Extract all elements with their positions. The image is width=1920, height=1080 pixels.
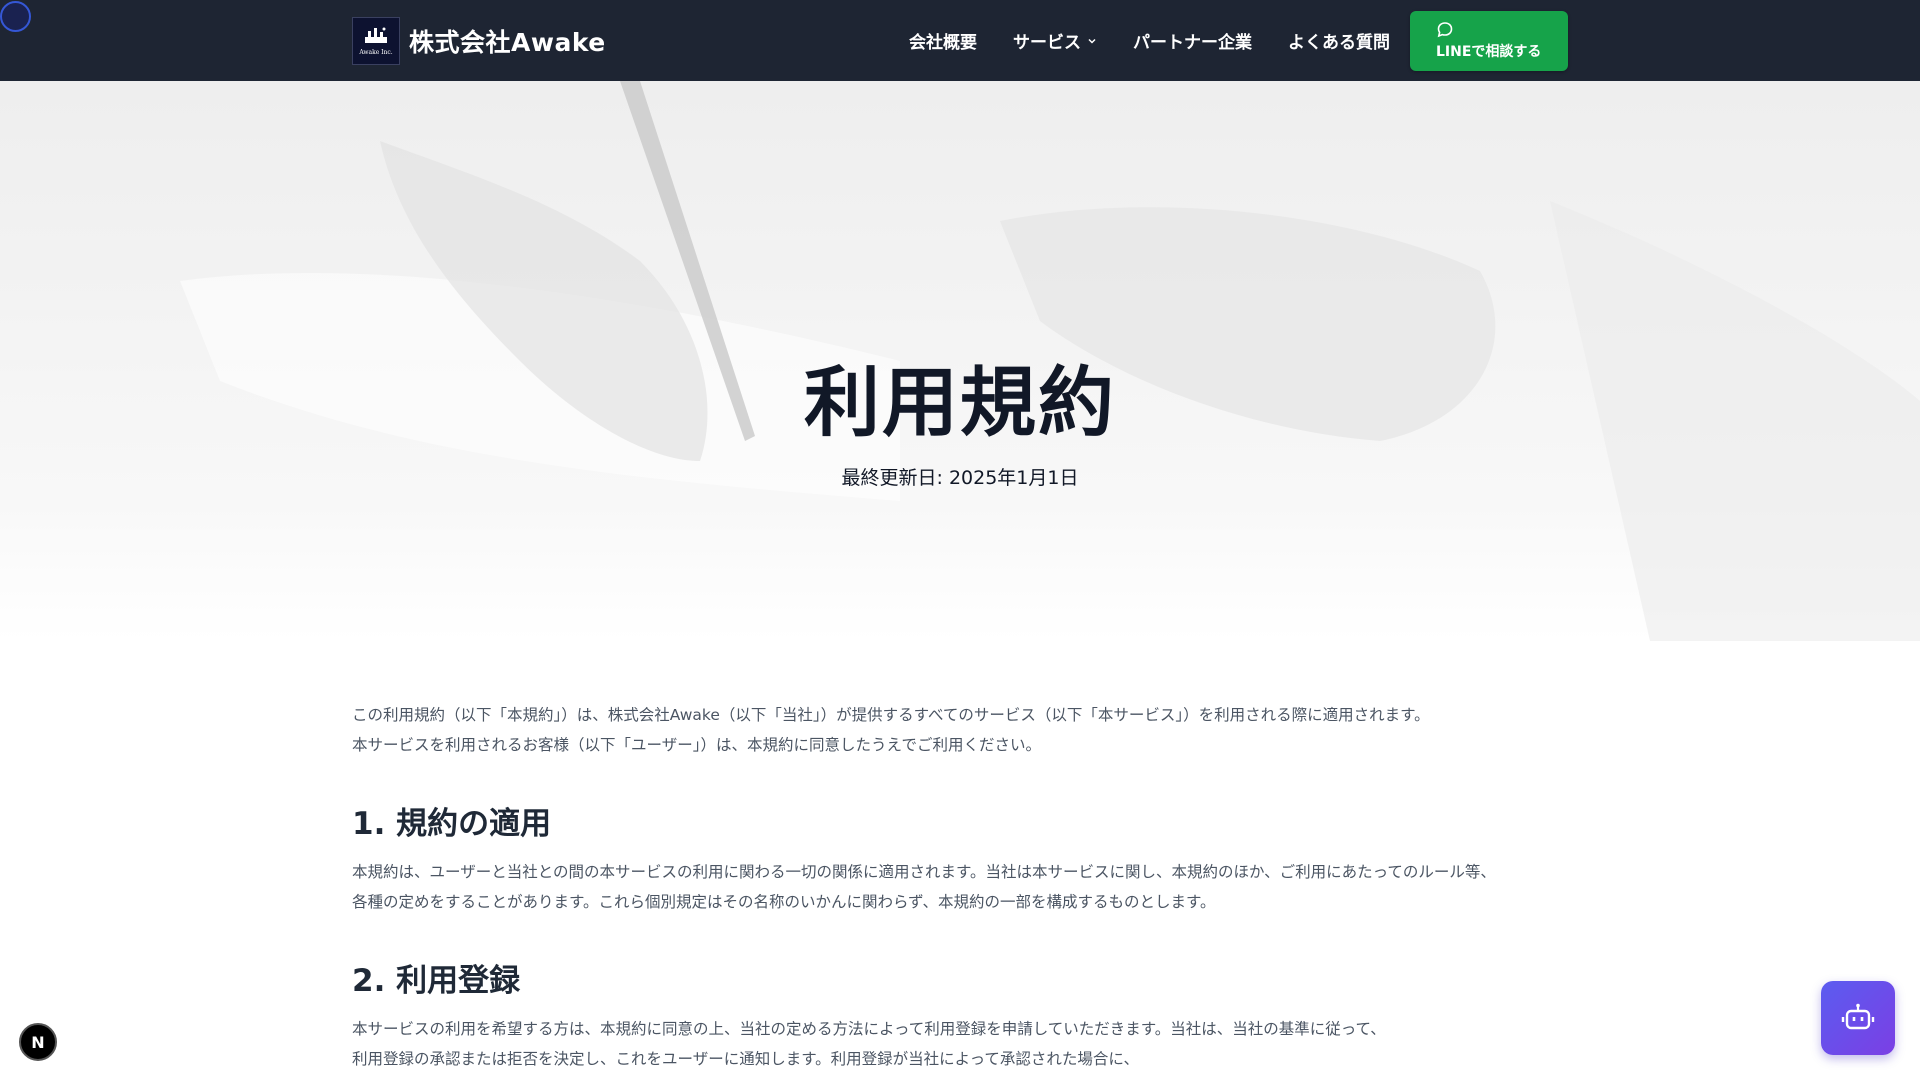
main-nav: 会社概要 サービス パートナー企業 よくある質問 LINEで相談する	[909, 10, 1568, 71]
company-logo[interactable]: Awake Inc.	[352, 16, 400, 65]
intro: この利用規約（以下「本規約」）は、株式会社Awake（以下「当社」）が提供するす…	[352, 700, 1568, 760]
logo-text: Awake Inc.	[359, 49, 393, 56]
nav-label: サービス	[1013, 33, 1081, 53]
nav-partners[interactable]: パートナー企業	[1133, 28, 1252, 53]
nav-services[interactable]: サービス	[1013, 28, 1097, 53]
robot-icon	[1841, 1003, 1875, 1030]
hero-section: 利用規約 最終更新日: 2025年1月1日	[0, 81, 1920, 641]
line-consult-button[interactable]: LINEで相談する	[1410, 10, 1568, 71]
nav-label: 会社概要	[909, 33, 977, 53]
section-line: 各種の定めをすることがあります。これら個別規定はその名称のいかんに関わらず、本規…	[352, 893, 1216, 911]
intro-line: この利用規約（以下「本規約」）は、株式会社Awake（以下「当社」）が提供するす…	[352, 706, 1430, 724]
chatbot-button[interactable]	[1821, 981, 1895, 1055]
nav-company-overview[interactable]: 会社概要	[909, 28, 977, 53]
nav-label: パートナー企業	[1133, 33, 1252, 53]
chat-bubble-icon	[1437, 21, 1453, 37]
section-heading-application: 1. 規約の適用	[352, 806, 552, 842]
n-badge-letter: N	[31, 1032, 45, 1052]
header-inner: Awake Inc. 株式会社Awake 会社概要 サービス パートナー企業 よ…	[352, 0, 1568, 81]
nextjs-dev-indicator[interactable]: N	[19, 1023, 57, 1061]
nav-faq[interactable]: よくある質問	[1288, 28, 1390, 53]
focus-indicator	[0, 1, 31, 32]
section-line: 利用登録の承認または拒否を決定し、これをユーザーに通知します。利用登録が当社によ…	[352, 1050, 1139, 1068]
nav-label: よくある質問	[1288, 33, 1390, 53]
section-line: 本サービスの利用を希望する方は、本規約に同意の上、当社の定める方法によって利用登…	[352, 1020, 1386, 1038]
chevron-down-icon	[1088, 38, 1096, 44]
site-header: Awake Inc. 株式会社Awake 会社概要 サービス パートナー企業 よ…	[0, 0, 1920, 81]
page-title: 利用規約	[804, 358, 1116, 447]
section-line: 本規約は、ユーザーと当社との間の本サービスの利用に関わる一切の関係に適用されます…	[352, 863, 1496, 881]
logo-emblem-icon	[365, 27, 387, 43]
last-updated: 最終更新日: 2025年1月1日	[841, 467, 1079, 489]
terms-content: この利用規約（以下「本規約」）は、株式会社Awake（以下「当社」）が提供するす…	[352, 700, 1568, 1074]
brand-name[interactable]: 株式会社Awake	[409, 23, 606, 59]
line-button-label: LINEで相談する	[1436, 43, 1542, 60]
brand[interactable]: Awake Inc. 株式会社Awake	[352, 16, 606, 65]
section-heading-registration: 2. 利用登録	[352, 963, 521, 999]
intro-line: 本サービスを利用されるお客様（以下「ユーザー」）は、本規約に同意したうえでご利用…	[352, 736, 1041, 754]
